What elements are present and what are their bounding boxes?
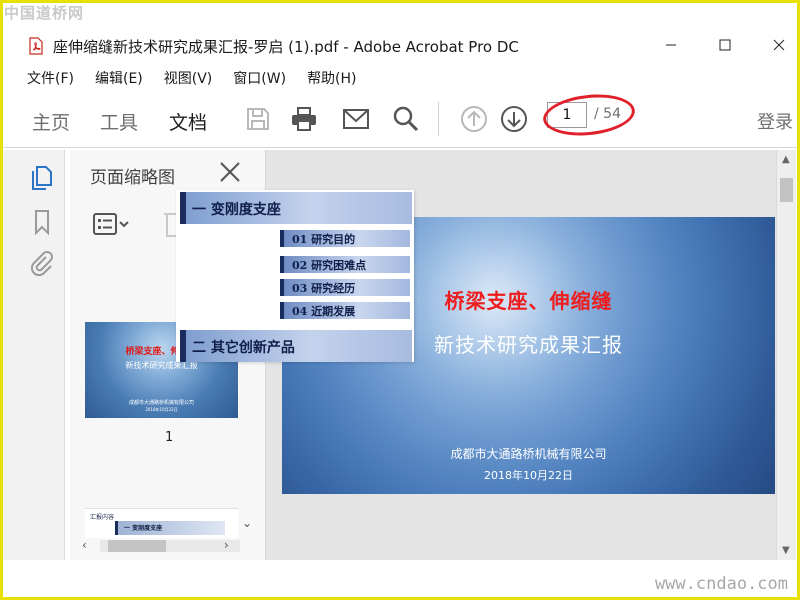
- watermark-bottom-right: www.cndao.com: [654, 574, 788, 594]
- outline-item-text: 01 研究目的: [292, 233, 356, 246]
- email-icon[interactable]: [341, 104, 371, 134]
- maximize-icon: [719, 39, 731, 51]
- annotation-ellipse: [541, 90, 637, 140]
- left-navigation-rail: [3, 150, 65, 560]
- thumbnail-panel-title: 页面缩略图: [90, 168, 175, 188]
- outline-heading-2-text: 二 其它创新产品: [192, 340, 295, 356]
- print-icon[interactable]: [289, 104, 319, 134]
- title-bar: 座伸缩缝新技术研究成果汇报-罗启 (1).pdf - Adobe Acrobat…: [3, 28, 797, 62]
- tab-home[interactable]: 主页: [32, 108, 70, 135]
- outline-heading-1: 一 变刚度支座: [180, 192, 412, 224]
- document-scroll-thumb[interactable]: [780, 178, 793, 202]
- panel-scroll-down-icon[interactable]: ⌄: [242, 516, 252, 530]
- thumbnail2-label: 汇报内容: [90, 514, 115, 521]
- slide-date: 2018年10月22日: [484, 469, 573, 482]
- close-window-button[interactable]: [759, 32, 799, 58]
- outline-item: 04 近期发展: [280, 302, 410, 319]
- toolbar-separator: [438, 102, 439, 136]
- pdf-file-icon: [29, 37, 43, 55]
- document-vertical-scrollbar[interactable]: ▲ ▼: [776, 150, 796, 560]
- maximize-button[interactable]: [705, 32, 745, 58]
- scroll-up-icon[interactable]: ▲: [782, 154, 790, 165]
- page-thumbnails-icon[interactable]: [29, 164, 55, 192]
- menu-help[interactable]: 帮助(H): [297, 64, 365, 90]
- close-icon: [773, 39, 785, 51]
- window-title: 座伸缩缝新技术研究成果汇报-罗启 (1).pdf - Adobe Acrobat…: [53, 38, 519, 56]
- outline-item-text: 03 研究经历: [292, 282, 356, 295]
- tab-document[interactable]: 文档: [169, 108, 207, 135]
- next-page-icon[interactable]: [499, 104, 529, 134]
- watermark-top-left: 中国道桥网: [4, 4, 85, 22]
- login-link[interactable]: 登录: [757, 108, 793, 134]
- scroll-down-icon[interactable]: ▼: [782, 545, 790, 556]
- menu-edit[interactable]: 编辑(E): [85, 64, 152, 90]
- outline-item-text: 02 研究困难点: [292, 259, 367, 272]
- menu-view[interactable]: 视图(V): [154, 64, 222, 90]
- thumbnail-page-number: 1: [165, 430, 174, 445]
- outline-heading-1-text: 一 变刚度支座: [192, 202, 281, 218]
- save-icon[interactable]: [243, 104, 273, 134]
- thumbnail-slide-date: 2018年10月22日: [145, 407, 178, 412]
- outline-item: 02 研究困难点: [280, 256, 410, 273]
- search-icon[interactable]: [391, 104, 421, 134]
- minimize-button[interactable]: [651, 32, 691, 58]
- outline-item: 01 研究目的: [280, 230, 410, 247]
- thumbnail-slide-company: 成都市大通路桥机械有限公司: [128, 400, 194, 406]
- scroll-thumb[interactable]: [108, 540, 166, 552]
- bookmark-icon[interactable]: [29, 208, 55, 236]
- outline-item-text: 04 近期发展: [292, 305, 356, 318]
- slide-company: 成都市大通路桥机械有限公司: [450, 447, 607, 461]
- menu-window[interactable]: 窗口(W): [223, 64, 295, 90]
- panel-horizontal-scrollbar[interactable]: ‹ ›: [80, 538, 258, 554]
- menu-file[interactable]: 文件(F): [3, 64, 83, 90]
- close-panel-icon[interactable]: [218, 160, 242, 184]
- scroll-right-icon[interactable]: ›: [224, 538, 229, 552]
- minimize-icon: [666, 44, 676, 46]
- thumbnail-options-icon[interactable]: [92, 212, 132, 236]
- outline-item: 03 研究经历: [280, 279, 410, 296]
- attachment-icon[interactable]: [29, 250, 55, 278]
- outline-preview-popup: 一 变刚度支座 01 研究目的 02 研究困难点 03 研究经历 04 近期发展…: [176, 190, 414, 362]
- page-thumbnail-2[interactable]: 汇报内容 一 变刚度支座: [85, 508, 238, 538]
- previous-page-icon[interactable]: [459, 104, 489, 134]
- tab-tools[interactable]: 工具: [100, 108, 138, 135]
- menu-bar: 文件(F) 编辑(E) 视图(V) 窗口(W) 帮助(H): [3, 64, 797, 90]
- scroll-left-icon[interactable]: ‹: [82, 538, 87, 552]
- main-toolbar: 主页 工具 文档 1 / 54 登录: [3, 90, 797, 148]
- outline-heading-2: 二 其它创新产品: [180, 330, 412, 362]
- thumbnail2-heading-text: 一 变刚度支座: [124, 525, 163, 532]
- thumbnail2-heading-bar: 一 变刚度支座: [115, 521, 225, 535]
